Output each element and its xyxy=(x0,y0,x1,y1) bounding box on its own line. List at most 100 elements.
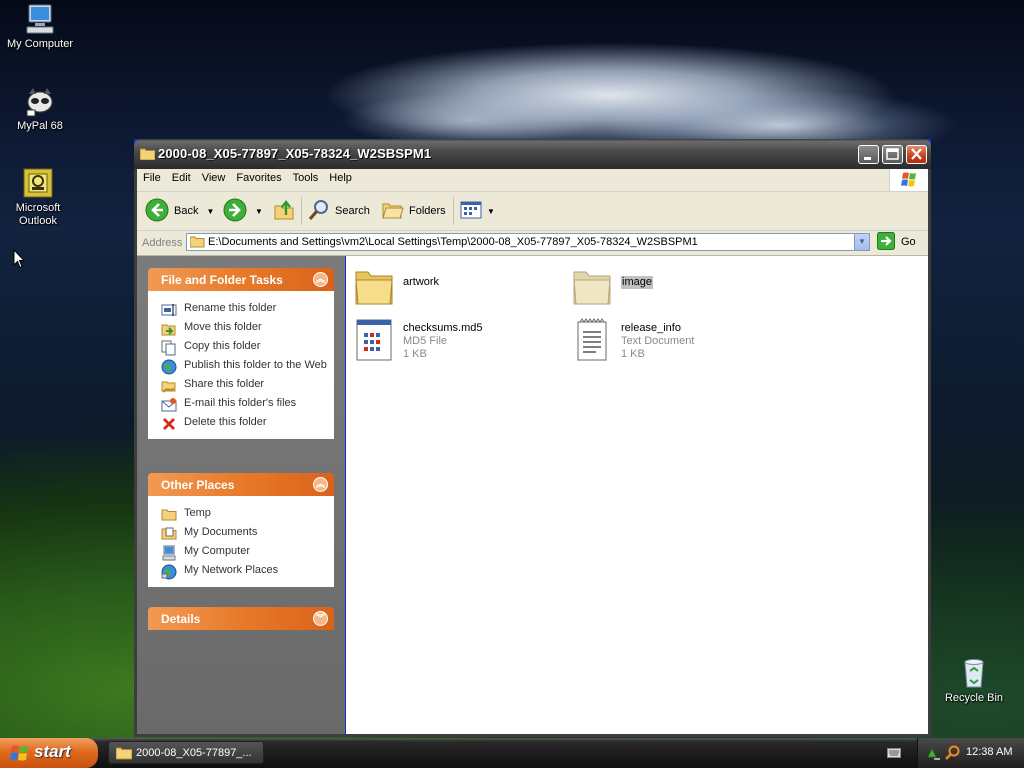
file-type: Text Document xyxy=(621,335,695,347)
panel-header[interactable]: Other Places ︽ xyxy=(148,473,334,496)
text-document-icon xyxy=(572,318,612,362)
menu-bar: File Edit View Favorites Tools Help xyxy=(137,169,928,192)
place-my-computer[interactable]: My Computer xyxy=(149,542,333,561)
task-copy-folder[interactable]: Copy this folder xyxy=(149,337,333,356)
start-label: start xyxy=(34,742,71,761)
file-item-image[interactable]: image xyxy=(572,264,653,308)
desktop-icon-mypal[interactable]: MyPal 68 xyxy=(0,84,80,133)
place-temp[interactable]: Temp xyxy=(149,504,333,523)
mouse-cursor-icon xyxy=(13,248,26,272)
place-label: My Documents xyxy=(184,526,258,538)
desktop-icon-label: Microsoft Outlook xyxy=(15,202,61,227)
panel-body: Rename this folder Move this folder Copy… xyxy=(148,291,334,439)
start-button[interactable]: start xyxy=(0,738,98,768)
task-label: Move this folder xyxy=(184,321,262,333)
rename-icon xyxy=(161,302,177,318)
menu-favorites[interactable]: Favorites xyxy=(230,169,286,184)
email-icon xyxy=(161,397,177,413)
address-label: Address xyxy=(142,237,183,249)
task-label: Publish this folder to the Web xyxy=(184,359,327,371)
task-publish-folder[interactable]: Publish this folder to the Web xyxy=(149,356,333,375)
go-button[interactable]: Go xyxy=(877,231,916,253)
panel-title: Other Places xyxy=(161,478,235,492)
title-bar[interactable]: 2000-08_X05-77897_X05-78324_W2SBSPM1 xyxy=(134,139,931,169)
network-icon xyxy=(161,564,177,580)
views-button[interactable]: ▼ xyxy=(459,196,495,226)
menu-file[interactable]: File xyxy=(137,169,166,184)
go-arrow-icon xyxy=(877,231,895,253)
desktop-icon-recycle-bin[interactable]: Recycle Bin xyxy=(934,656,1014,705)
publish-web-icon xyxy=(161,359,177,375)
file-item-release-info[interactable]: release_info Text Document 1 KB xyxy=(572,318,694,362)
menu-help[interactable]: Help xyxy=(323,169,357,184)
toolbar-separator xyxy=(453,197,454,225)
task-label: Delete this folder xyxy=(184,416,267,428)
back-arrow-icon xyxy=(145,198,169,225)
address-input[interactable]: E:\Documents and Settings\vm2\Local Sett… xyxy=(186,233,869,251)
window-title: 2000-08_X05-77897_X05-78324_W2SBSPM1 xyxy=(158,146,432,161)
desktop-icon-label: MyPal 68 xyxy=(17,120,63,132)
place-label: Temp xyxy=(184,507,211,519)
task-delete-folder[interactable]: Delete this folder xyxy=(149,413,333,432)
collapse-chevron-icon[interactable]: ︽ xyxy=(313,477,328,492)
folder-icon xyxy=(115,746,133,763)
file-name: checksums.md5 xyxy=(403,322,483,334)
minimize-button[interactable] xyxy=(858,145,879,164)
place-label: My Network Places xyxy=(184,564,279,576)
forward-button[interactable]: ▼ xyxy=(223,196,263,226)
mypal-icon xyxy=(23,84,57,118)
desktop-icon-outlook[interactable]: Microsoft Outlook xyxy=(0,166,78,228)
file-item-checksums[interactable]: checksums.md5 MD5 File 1 KB xyxy=(354,318,482,362)
collapse-chevron-icon[interactable]: ︽ xyxy=(313,272,328,287)
taskbar: start 2000-08_X05-77897_... 12:38 AM xyxy=(0,738,1024,768)
windows-logo-icon xyxy=(10,744,30,765)
folders-button[interactable]: Folders xyxy=(381,196,446,226)
file-folder-tasks-panel: File and Folder Tasks ︽ Rename this fold… xyxy=(148,268,334,439)
clock: 12:38 AM xyxy=(966,746,1013,758)
file-item-artwork[interactable]: artwork xyxy=(354,264,439,308)
up-folder-icon xyxy=(273,198,297,225)
place-my-documents[interactable]: My Documents xyxy=(149,523,333,542)
folder-icon xyxy=(139,147,156,163)
go-label: Go xyxy=(901,236,916,248)
place-my-network-places[interactable]: My Network Places xyxy=(149,561,333,580)
views-dropdown-icon[interactable]: ▼ xyxy=(487,207,495,216)
task-move-folder[interactable]: Move this folder xyxy=(149,318,333,337)
place-label: My Computer xyxy=(184,545,251,557)
back-dropdown-icon[interactable]: ▼ xyxy=(206,207,214,216)
forward-dropdown-icon[interactable]: ▼ xyxy=(255,207,263,216)
expand-chevron-icon[interactable]: ︾ xyxy=(313,611,328,626)
menu-tools[interactable]: Tools xyxy=(287,169,324,184)
folder-icon xyxy=(354,264,394,308)
up-folder-button[interactable] xyxy=(273,196,297,226)
move-icon xyxy=(161,321,177,337)
search-tray-icon[interactable] xyxy=(944,745,960,764)
file-name: image xyxy=(621,276,653,289)
desktop-icon-my-computer[interactable]: My Computer xyxy=(0,2,80,51)
panel-header[interactable]: File and Folder Tasks ︽ xyxy=(148,268,334,291)
panel-title: File and Folder Tasks xyxy=(161,273,283,287)
task-rename-folder[interactable]: Rename this folder xyxy=(149,299,333,318)
back-button[interactable]: Back ▼ xyxy=(145,196,214,226)
file-size: 1 KB xyxy=(403,348,427,360)
my-documents-icon xyxy=(161,526,177,542)
window-frame-bottom xyxy=(134,734,931,737)
taskbar-window-button[interactable]: 2000-08_X05-77897_... xyxy=(108,741,264,764)
task-share-folder[interactable]: Share this folder xyxy=(149,375,333,394)
toolbar: Back ▼ ▼ Search Folders ▼ xyxy=(137,192,928,231)
close-button[interactable] xyxy=(906,145,927,164)
copy-icon xyxy=(161,340,177,356)
keyboard-icon[interactable] xyxy=(887,748,901,761)
computer-icon xyxy=(23,2,57,36)
maximize-button[interactable] xyxy=(882,145,903,164)
system-tray: 12:38 AM xyxy=(917,738,1024,768)
task-email-files[interactable]: E-mail this folder's files xyxy=(149,394,333,413)
file-name: artwork xyxy=(403,276,440,288)
network-tray-icon[interactable] xyxy=(926,745,942,764)
menu-edit[interactable]: Edit xyxy=(166,169,196,184)
panel-header[interactable]: Details ︾ xyxy=(148,607,334,630)
address-dropdown-button[interactable]: ▼ xyxy=(854,233,870,251)
menu-view[interactable]: View xyxy=(196,169,231,184)
search-button[interactable]: Search xyxy=(307,196,370,226)
delete-icon xyxy=(161,416,177,432)
